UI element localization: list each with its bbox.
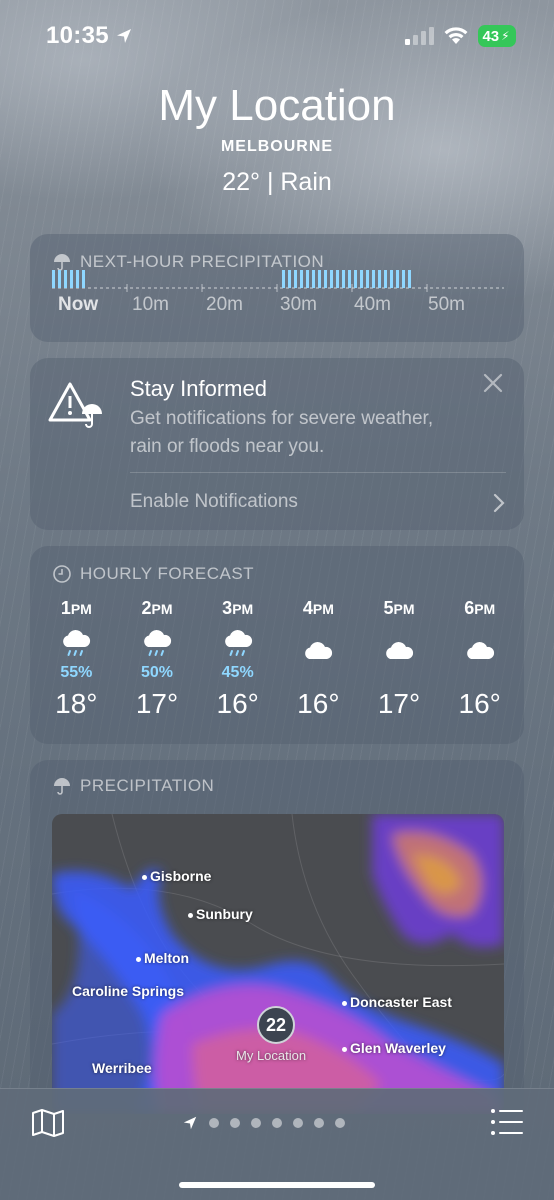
battery-indicator: 43 ⚡ [478,25,516,47]
precip-chance: 45% [221,664,254,681]
hour-time: 1PM [60,598,92,618]
hour-temperature: 16° [297,688,340,719]
cloud-rain-icon [63,630,91,656]
tick-label: 30m [280,294,317,315]
tick-label: 50m [428,294,465,315]
hour-item: 4PM 16° [278,598,359,728]
place-label: Werribee [92,1060,152,1076]
divider [130,472,506,473]
enable-notifications-link[interactable]: Enable Notifications [130,491,298,513]
hour-time: 5PM [383,598,415,618]
stay-informed-title: Stay Informed [130,376,267,401]
time-axis: Now 10m 20m 30m 40m 50m [52,294,512,324]
hour-temperature: 16° [216,688,259,719]
wifi-icon [444,27,468,44]
page-dot [293,1118,303,1128]
hour-item: 6PM 16° [439,598,520,728]
cellular-signal-icon [405,27,434,45]
hour-temperature: 16° [458,688,501,719]
cloud-icon [466,642,494,659]
stay-informed-body: Get notifications for severe weather, ra… [130,408,434,457]
umbrella-icon [54,254,70,271]
hourly-forecast-card[interactable]: HOURLY FORECAST 1PM 55% 18° 2PM 50% 17° … [30,546,524,744]
hour-time: 4PM [302,598,334,618]
stay-informed-card: Stay Informed Get notifications for seve… [30,358,524,530]
hour-time: 2PM [141,598,173,618]
hour-item: 5PM 17° [359,598,440,728]
place-label: Doncaster East [342,994,452,1010]
hour-item: 3PM 45% 16° [197,598,278,728]
cloud-rain-icon [144,630,172,656]
cloud-icon [305,642,333,659]
hour-item: 2PM 50% 17° [117,598,198,728]
page-dot [272,1118,282,1128]
next-hour-precipitation-card[interactable]: NEXT-HOUR PRECIPITATION Now 10m 20m 30m … [30,234,524,342]
hour-time: 3PM [222,598,254,618]
city-name: MELBOURNE [220,138,334,155]
hour-time: 6PM [464,598,496,618]
current-conditions: 22° | Rain [222,168,332,196]
page-dot [209,1118,219,1128]
hour-temperature: 17° [135,688,179,719]
cloud-rain-icon [224,630,252,656]
tick-label: Now [58,294,99,315]
warning-umbrella-icon [48,382,102,428]
hour-temperature: 18° [55,688,98,719]
precip-chance: 55% [60,664,93,681]
place-label: Gisborne [142,868,211,884]
precip-chance: 50% [140,664,174,681]
precipitation-bar-graph [52,270,504,292]
hourly-forecast-title: HOURLY FORECAST [52,564,254,584]
clock-icon [53,565,71,583]
precipitation-title: PRECIPITATION [52,776,214,796]
cloud-icon [386,642,414,659]
precipitation-map-card[interactable]: PRECIPITATION Gisborne Sunbury Melton Ca… [30,760,524,1120]
tick-label: 40m [354,294,391,315]
battery-level: 43 [482,27,500,45]
current-location-marker[interactable]: 22 [257,1006,295,1044]
umbrella-icon [54,778,70,795]
tick-label: 20m [206,294,243,315]
status-bar: 10:35 43 ⚡ [0,0,554,70]
bottom-toolbar [0,1088,554,1200]
hour-temperature: 17° [377,688,421,719]
chevron-right-icon[interactable] [492,492,506,514]
tick-label: 10m [132,294,169,315]
page-dot [230,1118,240,1128]
location-header: My Location MELBOURNE 22° | Rain [0,80,554,197]
hour-item: 1PM 55% 18° [36,598,117,728]
home-indicator [179,1182,375,1188]
place-label: Glen Waverley [342,1040,446,1056]
precipitation-map[interactable]: Gisborne Sunbury Melton Caroline Springs… [52,814,504,1114]
list-icon[interactable] [490,1107,524,1137]
status-time: 10:35 [46,22,109,49]
hourly-list: 1PM 55% 18° 2PM 50% 17° 3PM 45% 16° 4PM … [36,598,520,728]
charging-bolt-icon: ⚡ [501,29,510,43]
place-label: Melton [136,950,189,966]
place-label: Caroline Springs [72,983,185,999]
location-arrow-icon [183,1116,197,1130]
close-icon[interactable] [482,372,504,394]
current-location-label: My Location [236,1048,307,1063]
page-dot [314,1118,324,1128]
page-dot [251,1118,261,1128]
map-icon[interactable] [30,1107,66,1139]
location-arrow-icon [117,29,131,43]
page-dot [335,1118,345,1128]
location-title: My Location [158,81,396,130]
place-label: Sunbury [188,906,253,922]
page-indicator[interactable] [182,1113,345,1133]
next-hour-title: NEXT-HOUR PRECIPITATION [52,252,324,272]
